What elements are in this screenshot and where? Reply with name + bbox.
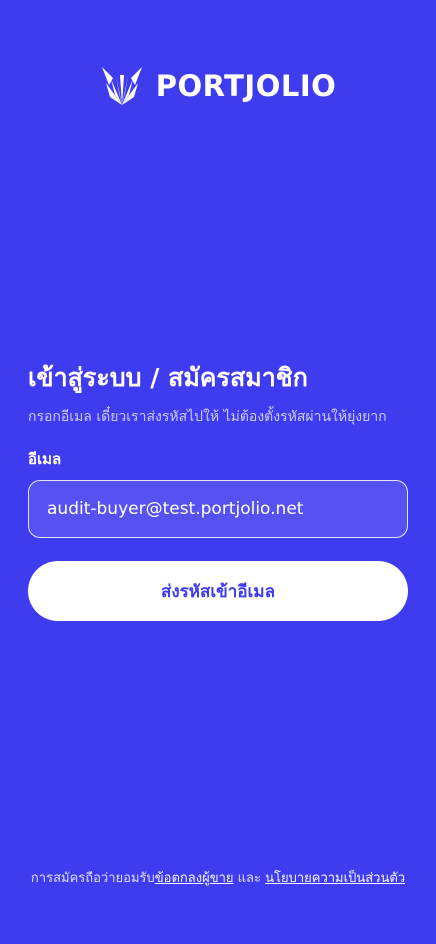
email-label: อีเมล [28, 450, 62, 468]
email-input[interactable] [47, 481, 389, 537]
fox-logo-icon [101, 67, 142, 105]
brand-wordmark: PORTJOLIO [155, 68, 337, 103]
send-code-button[interactable]: ส่งรหัสเข้าอีเมล [28, 561, 408, 621]
terms-conjunction: และ [233, 871, 266, 886]
email-field-container[interactable] [28, 480, 408, 538]
brand-logo: PORTJOLIO [0, 64, 436, 108]
privacy-policy-link[interactable]: นโยบายความเป็นส่วนตัว [265, 871, 405, 886]
terms-prefix: การสมัครถือว่ายอมรับ [30, 871, 155, 886]
terms-footer: การสมัครถือว่ายอมรับข้อตกลงผู้ขาย และ นโ… [0, 868, 436, 890]
page-subtitle: กรอกอีเมล เดี๋ยวเราส่งรหัสไปให้ ไม่ต้องต… [28, 409, 387, 425]
seller-terms-link[interactable]: ข้อตกลงผู้ขาย [155, 871, 234, 886]
page-title: เข้าสู่ระบบ / สมัครสมาชิก [28, 363, 308, 392]
auth-form: เข้าสู่ระบบ / สมัครสมาชิก กรอกอีเมล เดี๋… [28, 358, 408, 621]
